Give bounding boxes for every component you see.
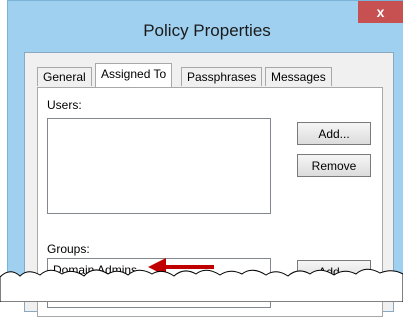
users-add-button[interactable]: Add... xyxy=(297,122,371,145)
tab-assigned-to[interactable]: Assigned To xyxy=(95,63,173,87)
torn-edge-decoration xyxy=(0,268,403,302)
tab-general[interactable]: General xyxy=(37,67,92,86)
users-listbox[interactable] xyxy=(47,118,271,214)
close-button[interactable]: x xyxy=(358,1,403,23)
close-icon: x xyxy=(376,4,385,20)
tab-messages[interactable]: Messages xyxy=(265,67,332,86)
users-label: Users: xyxy=(47,98,82,112)
tab-passphrases[interactable]: Passphrases xyxy=(181,67,263,86)
window-title: Policy Properties xyxy=(143,21,271,40)
users-remove-button[interactable]: Remove xyxy=(297,154,371,177)
policy-properties-window: Policy Properties x General Assigned To … xyxy=(7,0,403,317)
groups-label: Groups: xyxy=(47,242,90,256)
